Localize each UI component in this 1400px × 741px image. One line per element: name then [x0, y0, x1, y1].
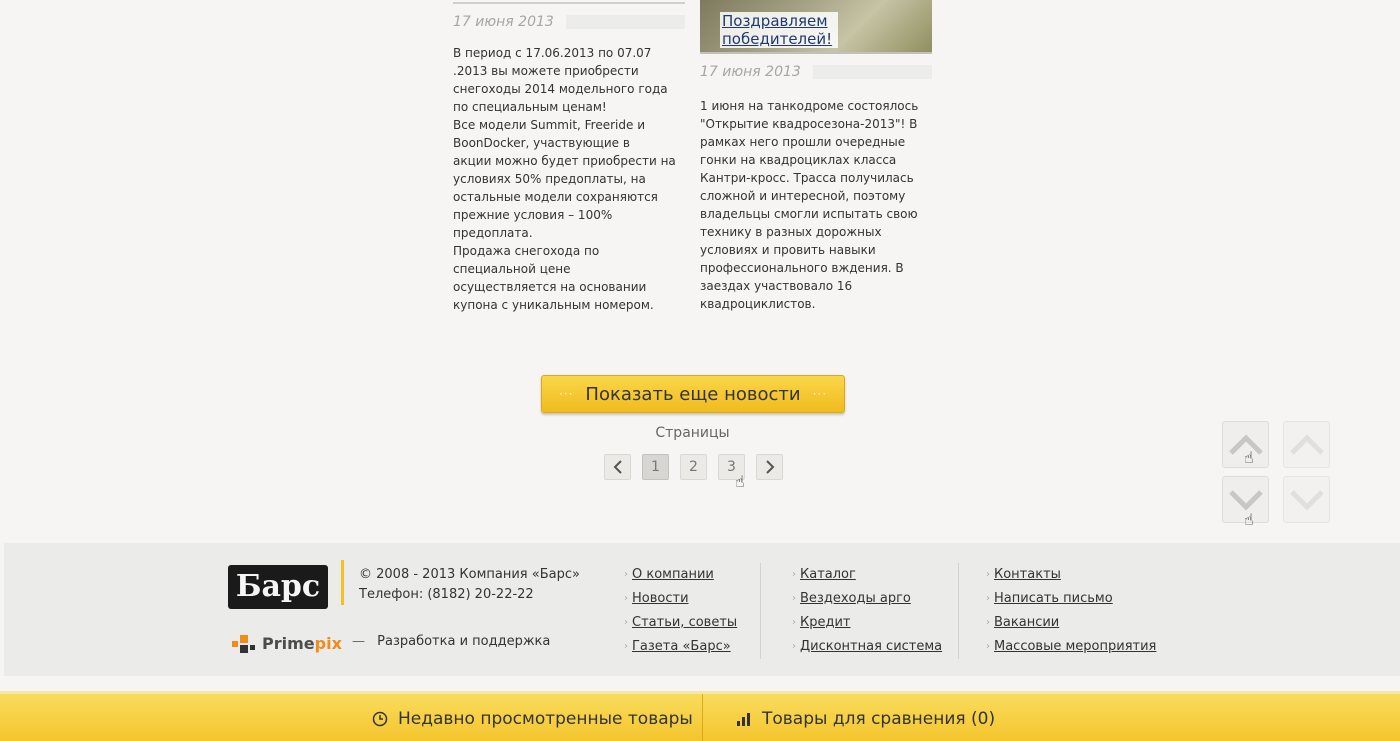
chevron-right-icon: ›: [986, 593, 990, 604]
chevron-right-icon: ›: [624, 617, 628, 628]
footer-link-vacancies[interactable]: › Вакансии: [986, 611, 1156, 635]
footer-menu-3: › Контакты › Написать письмо › Вакансии › Ма…: [986, 563, 1156, 659]
bar-chart-icon: [737, 713, 750, 726]
news-text: В период с 17.06.2013 по 07.07 .2013 вы …: [453, 46, 676, 312]
footer-link-contacts[interactable]: › Контакты: [986, 563, 1156, 587]
footer-link-about[interactable]: › О компании: [624, 563, 737, 587]
news-image[interactable]: Поздравляем победителей!: [700, 0, 932, 54]
bars-logo[interactable]: Барс: [228, 565, 328, 609]
chevron-down-icon: [1289, 489, 1324, 511]
footer-link-argo[interactable]: › Вездеходы арго: [792, 587, 942, 611]
news-item-1: 17 июня 2013 В период с 17.06.2013 по 07…: [453, 0, 685, 314]
phone-text: Телефон: (8182) 20-22-22: [359, 587, 534, 602]
dev-support: — Разработка и поддержка: [352, 634, 550, 649]
pagination-page-2[interactable]: 2: [680, 454, 707, 480]
chevron-right-icon: ›: [792, 641, 796, 652]
footer-divider: [760, 563, 761, 659]
pagination-label: Страницы: [655, 425, 730, 441]
footer-link-articles[interactable]: › Статьи, советы: [624, 611, 737, 635]
chevron-right-icon: ›: [792, 569, 796, 580]
scroll-up-button-disabled[interactable]: [1283, 421, 1330, 468]
primepix-name: Primepix: [262, 633, 342, 653]
dash-separator: —: [352, 634, 365, 649]
news-date: 17 июня 2013: [453, 14, 554, 30]
chevron-right-icon: ›: [986, 569, 990, 580]
pagination-prev-button[interactable]: [604, 454, 631, 480]
recently-viewed-label: Недавно просмотренные товары: [398, 709, 693, 729]
copyright-text: © 2008 - 2013 Компания «Барс»: [359, 567, 580, 582]
news-text: 1 июня на танкодроме состоялось "Открыти…: [700, 99, 919, 311]
bottom-toolbar: Недавно просмотренные товары Товары для …: [0, 691, 1400, 741]
scroll-down-button-disabled[interactable]: [1283, 476, 1330, 523]
news-image-stub[interactable]: [453, 0, 685, 4]
chevron-right-icon: ›: [792, 593, 796, 604]
date-divider: [565, 15, 685, 29]
footer-link-newspaper[interactable]: › Газета «Барс»: [624, 635, 737, 659]
compare-label: Товары для сравнения (0): [762, 709, 996, 729]
primepix-logo[interactable]: Primepix: [232, 633, 342, 653]
bottom-bar-divider: [702, 694, 703, 741]
footer-link-credit[interactable]: › Кредит: [792, 611, 942, 635]
chevron-right-icon: ›: [792, 617, 796, 628]
news-caption-link[interactable]: Поздравляем победителей!: [720, 12, 838, 48]
footer-link-news[interactable]: › Новости: [624, 587, 737, 611]
news-date-row: 17 июня 2013: [453, 14, 685, 30]
chevron-right-icon: ›: [624, 569, 628, 580]
chevron-right-icon: ›: [624, 593, 628, 604]
chevron-left-icon: [613, 460, 622, 474]
chevron-right-icon: ›: [986, 641, 990, 652]
footer-link-write[interactable]: › Написать письмо: [986, 587, 1156, 611]
dots-icon: ···: [812, 387, 828, 401]
hand-cursor-icon: ☝: [1244, 510, 1254, 529]
chevron-right-icon: [765, 460, 774, 474]
footer-link-discount[interactable]: › Дисконтная система: [792, 635, 942, 659]
news-date-row: 17 июня 2013: [700, 64, 932, 80]
footer-divider: [958, 563, 959, 659]
footer-link-catalog[interactable]: › Каталог: [792, 563, 942, 587]
hand-cursor-icon: ☝: [1244, 448, 1254, 467]
footer-menu-1: › О компании › Новости › Статьи, советы › Га…: [624, 563, 737, 659]
site-footer: Барс © 2008 - 2013 Компания «Барс» Телеф…: [4, 543, 1400, 676]
chevron-down-icon: [1228, 489, 1263, 511]
dots-icon: ···: [558, 387, 574, 401]
footer-link-events[interactable]: › Массовые мероприятия: [986, 635, 1156, 659]
pagination-page-1[interactable]: 1: [642, 454, 669, 480]
news-date: 17 июня 2013: [700, 64, 801, 80]
show-more-news-button[interactable]: ··· Показать еще новости ···: [541, 375, 845, 413]
hand-cursor-icon: ☝: [735, 472, 745, 491]
company-info: © 2008 - 2013 Компания «Барс» Телефон: (…: [359, 565, 580, 605]
chevron-right-icon: ›: [624, 641, 628, 652]
compare-button[interactable]: Товары для сравнения (0): [736, 694, 995, 741]
date-divider: [812, 65, 932, 79]
show-more-label: Показать еще новости: [585, 383, 801, 405]
pagination-next-button[interactable]: [756, 454, 783, 480]
chevron-right-icon: ›: [986, 617, 990, 628]
clock-icon: [372, 711, 388, 727]
dev-support-link[interactable]: Разработка и поддержка: [377, 634, 550, 649]
logo-divider: [341, 560, 344, 605]
chevron-up-icon: [1289, 433, 1324, 455]
recently-viewed-button[interactable]: Недавно просмотренные товары: [372, 694, 693, 741]
footer-menu-2: › Каталог › Вездеходы арго › Кредит › Дискон…: [792, 563, 942, 659]
primepix-mark-icon: [232, 633, 256, 653]
